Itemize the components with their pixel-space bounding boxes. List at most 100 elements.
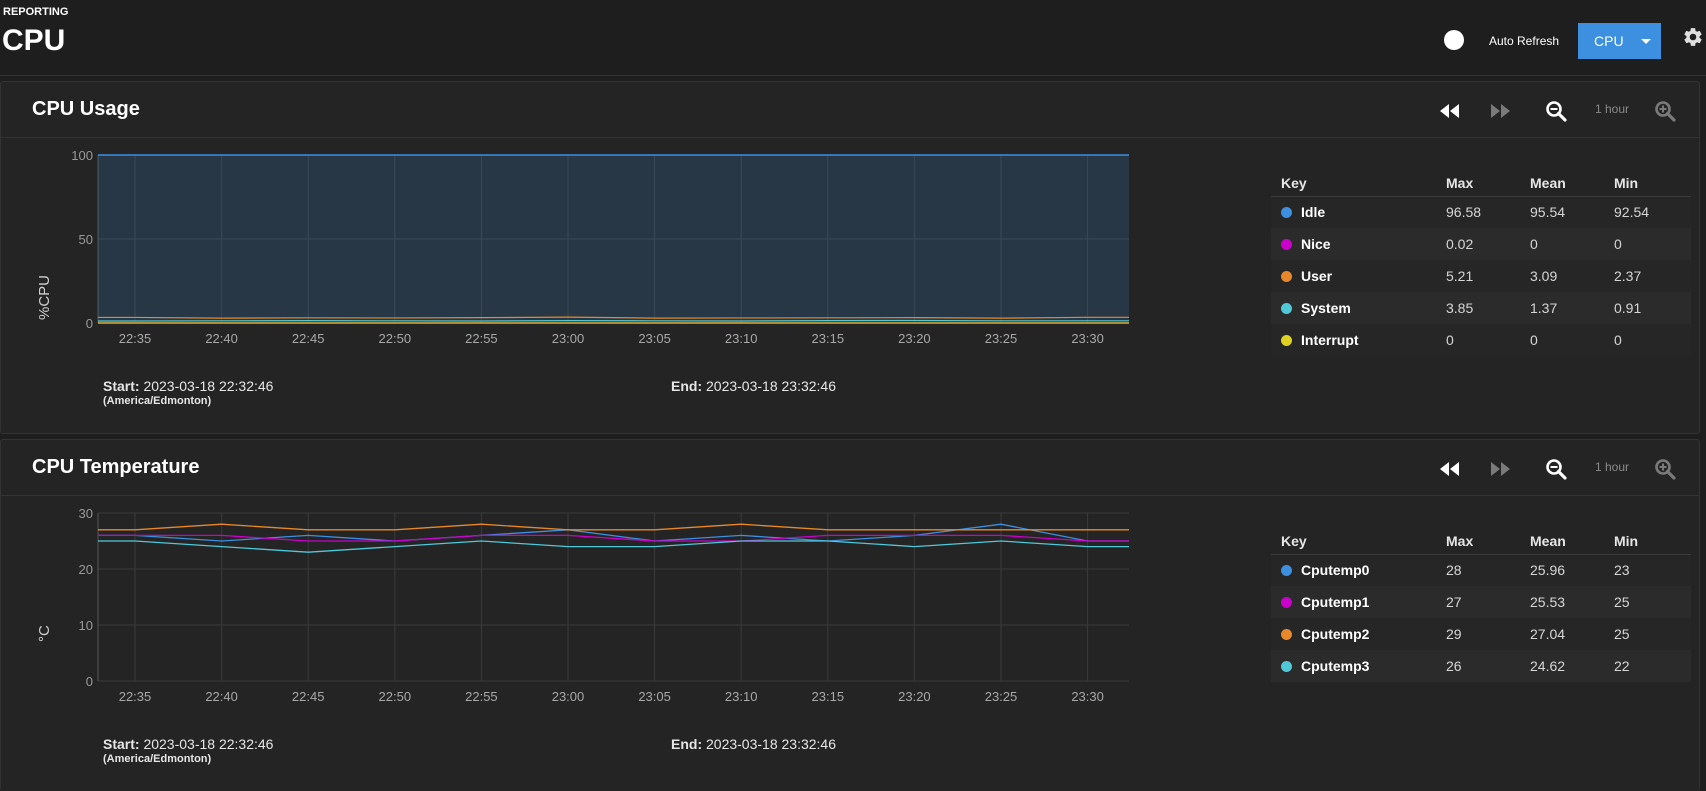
x-tick-label: 23:30: [1071, 331, 1104, 346]
start-value: 2023-03-18 22:32:46: [143, 378, 274, 394]
x-tick-label: 22:55: [465, 689, 498, 704]
x-tick-label: 22:35: [119, 689, 152, 704]
end-value: 2023-03-18 23:32:46: [706, 736, 836, 752]
card-title: CPU Temperature: [32, 456, 200, 478]
x-tick-label: 23:15: [812, 331, 845, 346]
x-tick-label: 23:10: [725, 689, 758, 704]
zoom-in-icon[interactable]: [1653, 100, 1679, 122]
y-tick-label: 20: [79, 562, 93, 577]
x-tick-label: 22:35: [119, 331, 152, 346]
x-tick-label: 22:40: [205, 331, 238, 346]
series-color-dot: [1281, 661, 1292, 672]
legend-row-system[interactable]: System 3.85 1.37 0.91: [1271, 292, 1691, 324]
x-tick-label: 22:50: [379, 689, 412, 704]
auto-refresh-toggle[interactable]: [1442, 28, 1484, 52]
cpu-temperature-card: CPU Temperature 1 hour 0 10 20 30 22:35 22:40…: [0, 439, 1700, 791]
legend-row-idle[interactable]: Idle 96.58 95.54 92.54: [1271, 196, 1691, 228]
rewind-icon[interactable]: [1437, 100, 1463, 122]
legend-mean: 1.37: [1520, 292, 1604, 324]
x-tick-label: 23:05: [638, 331, 671, 346]
series-color-dot: [1281, 239, 1292, 250]
report-type-value: CPU: [1594, 33, 1624, 49]
y-tick-label: 10: [79, 618, 93, 633]
end-label: End:: [671, 736, 703, 752]
series-name: System: [1301, 300, 1351, 316]
x-tick-label: 23:20: [898, 689, 931, 704]
legend-min: 2.37: [1604, 260, 1691, 292]
range-start: Start: 2023-03-18 22:32:46: [103, 378, 273, 394]
legend-min: 23: [1604, 554, 1691, 586]
legend-min: 92.54: [1604, 196, 1691, 228]
series-name: Cputemp1: [1301, 594, 1370, 610]
legend-row-nice[interactable]: Nice 0.02 0 0: [1271, 228, 1691, 260]
y-tick-label: 100: [71, 148, 93, 163]
start-value: 2023-03-18 22:32:46: [143, 736, 274, 752]
legend-min: 0.91: [1604, 292, 1691, 324]
x-tick-label: 23:05: [638, 689, 671, 704]
legend-header-max: Max: [1436, 170, 1520, 197]
x-tick-label: 22:45: [292, 689, 325, 704]
report-type-select[interactable]: CPU: [1578, 23, 1661, 59]
start-label: Start:: [103, 378, 140, 394]
legend-max: 26: [1436, 650, 1520, 682]
legend-min: 0: [1604, 228, 1691, 260]
legend-row-cputemp2[interactable]: Cputemp2 29 27.04 25: [1271, 618, 1691, 650]
fast-forward-icon[interactable]: [1487, 100, 1513, 122]
legend-mean: 27.04: [1520, 618, 1604, 650]
series-color-dot: [1281, 303, 1292, 314]
x-tick-label: 23:00: [552, 689, 585, 704]
range-end: End: 2023-03-18 23:32:46: [671, 378, 836, 394]
legend-min: 25: [1604, 586, 1691, 618]
auto-refresh-label: Auto Refresh: [1489, 34, 1560, 48]
series-color-dot: [1281, 565, 1292, 577]
legend-mean: 3.09: [1520, 260, 1604, 292]
legend-key: User: [1271, 260, 1436, 292]
y-axis-label: °C: [36, 625, 53, 642]
legend-row-user[interactable]: User 5.21 3.09 2.37: [1271, 260, 1691, 292]
legend-header-min: Min: [1604, 170, 1691, 197]
y-tick-label: 0: [86, 316, 93, 331]
x-tick-label: 23:10: [725, 331, 758, 346]
legend-header-max: Max: [1436, 528, 1520, 555]
x-tick-label: 23:25: [985, 331, 1018, 346]
legend-row-interrupt[interactable]: Interrupt 0 0 0: [1271, 324, 1691, 356]
series-name: Cputemp3: [1301, 658, 1370, 674]
end-label: End:: [671, 378, 703, 394]
fast-forward-icon[interactable]: [1487, 458, 1513, 480]
zoom-out-icon[interactable]: [1544, 458, 1570, 480]
series-name: Cputemp2: [1301, 626, 1370, 642]
legend-header-min: Min: [1604, 528, 1691, 555]
legend-key: Cputemp0: [1271, 554, 1436, 586]
legend-max: 29: [1436, 618, 1520, 650]
legend-table: Key Max Mean Min Cputemp0 28 25.96 23 Cp…: [1271, 528, 1691, 682]
legend-mean: 25.96: [1520, 554, 1604, 586]
legend-min: 25: [1604, 618, 1691, 650]
legend-header-row: Key Max Mean Min: [1271, 170, 1691, 197]
legend-header-mean: Mean: [1520, 528, 1604, 555]
card-title: CPU Usage: [32, 98, 140, 120]
x-tick-label: 22:55: [465, 331, 498, 346]
series-line-system: [98, 319, 1129, 322]
legend-header-row: Key Max Mean Min: [1271, 528, 1691, 555]
x-tick-label: 23:30: [1071, 689, 1104, 704]
zoom-in-icon[interactable]: [1653, 458, 1679, 480]
timezone-label: (America/Edmonton): [103, 753, 212, 765]
series-color-dot: [1281, 271, 1292, 282]
gear-icon[interactable]: [1682, 26, 1704, 48]
range-end: End: 2023-03-18 23:32:46: [671, 736, 836, 752]
zoom-out-icon[interactable]: [1544, 100, 1570, 122]
series-color-dot: [1281, 207, 1292, 219]
x-tick-label: 22:40: [205, 689, 238, 704]
rewind-icon[interactable]: [1437, 458, 1463, 480]
legend-min: 0: [1604, 324, 1691, 356]
legend-mean: 24.62: [1520, 650, 1604, 682]
series-name: User: [1301, 268, 1333, 284]
legend-row-cputemp3[interactable]: Cputemp3 26 24.62 22: [1271, 650, 1691, 682]
x-tick-label: 23:15: [812, 689, 845, 704]
range-start: Start: 2023-03-18 22:32:46: [103, 736, 273, 752]
breadcrumb[interactable]: REPORTING: [3, 6, 68, 18]
legend-max: 27: [1436, 586, 1520, 618]
legend-row-cputemp1[interactable]: Cputemp1 27 25.53 25: [1271, 586, 1691, 618]
legend-row-cputemp0[interactable]: Cputemp0 28 25.96 23: [1271, 554, 1691, 586]
card-header: CPU Usage 1 hour: [1, 82, 1699, 138]
